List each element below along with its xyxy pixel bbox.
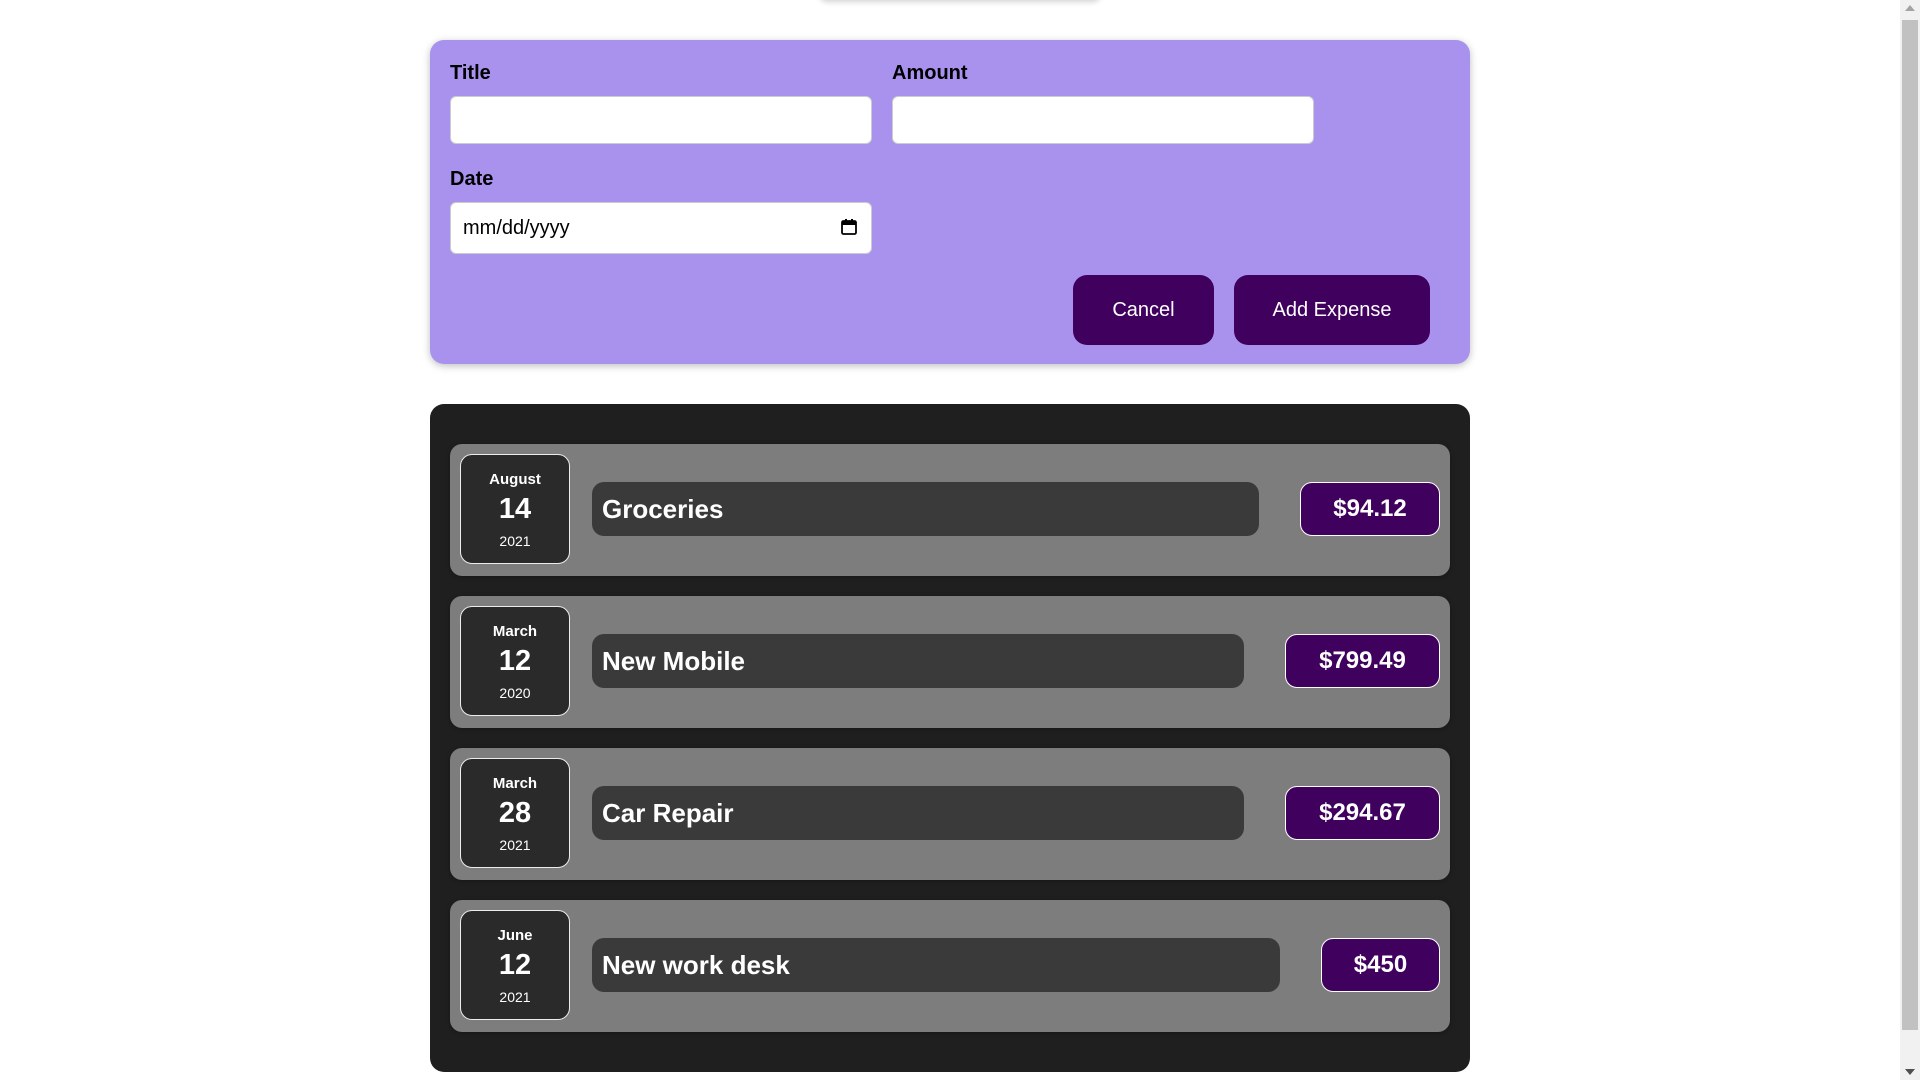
cancel-button[interactable]: Cancel xyxy=(1073,275,1214,345)
expenses-list: August 14 2021 Groceries $94.12 March 12… xyxy=(430,404,1470,1072)
expense-month: August xyxy=(489,471,541,488)
expense-title: Groceries xyxy=(592,482,1259,536)
new-expense-form: Title Amount Date mm/dd/yyyy Cancel Add … xyxy=(430,40,1470,364)
date-input[interactable]: mm/dd/yyyy xyxy=(450,202,872,254)
expense-year: 2021 xyxy=(499,989,531,1005)
expense-item: June 12 2021 New work desk $450 xyxy=(450,900,1450,1032)
expense-item: March 28 2021 Car Repair $294.67 xyxy=(450,748,1450,880)
expense-amount: $94.12 xyxy=(1300,482,1440,536)
scroll-up-arrow-icon[interactable] xyxy=(1905,5,1915,11)
expense-month: March xyxy=(492,775,538,792)
expense-date: March 12 2020 xyxy=(460,606,570,716)
expense-title: New work desk xyxy=(592,938,1280,992)
add-expense-button[interactable]: Add Expense xyxy=(1234,275,1430,345)
expense-day: 12 xyxy=(498,645,532,677)
expense-day: 14 xyxy=(498,493,532,525)
date-field: Date mm/dd/yyyy xyxy=(450,168,872,254)
expense-day: 28 xyxy=(498,797,532,829)
date-label: Date xyxy=(450,168,494,190)
title-field: Title xyxy=(450,62,872,144)
title-input[interactable] xyxy=(450,96,872,144)
amount-field: Amount xyxy=(892,62,1314,144)
expense-date: June 12 2021 xyxy=(460,910,570,1020)
scroll-thumb[interactable] xyxy=(1902,20,1918,1030)
title-label: Title xyxy=(450,62,491,84)
expense-date: March 28 2021 xyxy=(460,758,570,868)
expense-amount: $450 xyxy=(1321,938,1440,992)
scroll-down-arrow-icon[interactable] xyxy=(1905,1069,1915,1075)
expense-amount: $294.67 xyxy=(1285,786,1440,840)
expense-amount: $799.49 xyxy=(1285,634,1440,688)
expense-month: June xyxy=(497,927,533,944)
expense-month: March xyxy=(492,623,538,640)
expense-item: March 12 2020 New Mobile $799.49 xyxy=(450,596,1450,728)
expense-year: 2021 xyxy=(499,837,531,853)
calendar-icon[interactable] xyxy=(841,219,857,235)
expense-item: August 14 2021 Groceries $94.12 xyxy=(450,444,1450,576)
vertical-scrollbar[interactable] xyxy=(1900,0,1920,1080)
amount-input[interactable] xyxy=(892,96,1314,144)
amount-label: Amount xyxy=(892,62,968,84)
expense-date: August 14 2021 xyxy=(460,454,570,564)
expense-year: 2021 xyxy=(499,533,531,549)
expense-title: Car Repair xyxy=(592,786,1244,840)
expense-year: 2020 xyxy=(499,685,531,701)
expense-day: 12 xyxy=(498,949,532,981)
page: Title Amount Date mm/dd/yyyy Cancel Add … xyxy=(0,0,1920,1080)
date-placeholder: mm/dd/yyyy xyxy=(463,216,570,239)
expense-title: New Mobile xyxy=(592,634,1244,688)
